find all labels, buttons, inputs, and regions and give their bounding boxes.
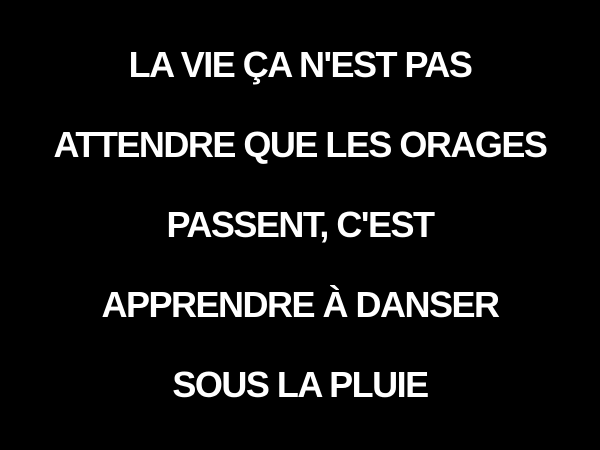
quote-line-text: LA VIE ÇA N'EST PAS xyxy=(128,44,473,85)
quote-line: ATTENDRE QUE LES ORAGES xyxy=(0,105,600,185)
quote-text: LA VIE ÇA N'EST PAS ATTENDRE QUE LES ORA… xyxy=(0,0,600,450)
quote-line-text: ATTENDRE QUE LES ORAGES xyxy=(53,124,548,165)
quote-line-text: SOUS LA PLUIE xyxy=(172,364,429,405)
quote-line: APPRENDRE À DANSER xyxy=(0,265,600,345)
quote-line: LA VIE ÇA N'EST PAS xyxy=(0,25,600,105)
quote-line-text: PASSENT, C'EST xyxy=(166,204,435,245)
quote-line: PASSENT, C'EST xyxy=(0,185,600,265)
quote-line: SOUS LA PLUIE xyxy=(0,345,600,425)
quote-line-text: APPRENDRE À DANSER xyxy=(101,284,500,325)
